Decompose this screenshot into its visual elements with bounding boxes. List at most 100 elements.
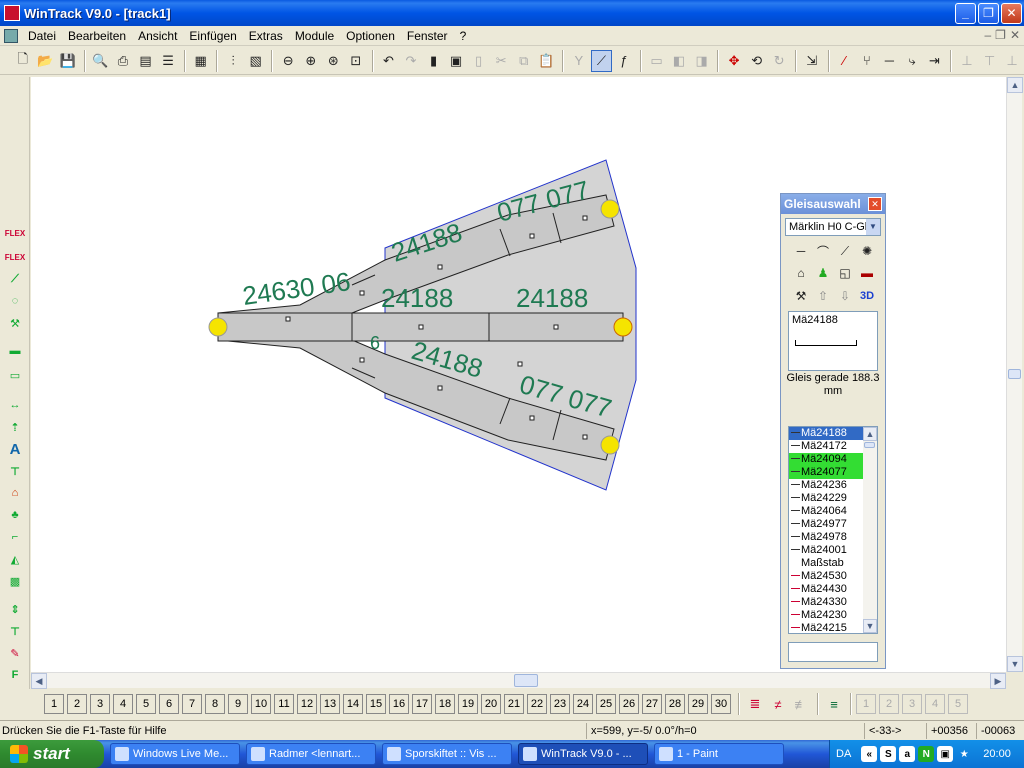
track-line-icon[interactable]: ─ [879,50,901,72]
undo-icon[interactable]: ↶ [378,50,400,72]
scroll-up-icon[interactable]: ▲ [1007,77,1023,93]
restore-button[interactable]: ❐ [978,2,999,24]
delete-icon[interactable]: ▮ [423,50,445,72]
track-system-select[interactable]: Märklin H0 C-Gl ▼ [785,218,881,236]
zoom-fit-icon[interactable]: ⊡ [345,50,367,72]
track-list-scroll-thumb[interactable] [864,442,875,448]
rotate-180-icon[interactable]: ↻ [768,50,790,72]
track-join-icon[interactable]: ⇥ [924,50,946,72]
layer-button-12[interactable]: 12 [297,694,317,714]
layer-button-9[interactable]: 9 [228,694,248,714]
building-icon[interactable]: ⌂ [791,264,811,282]
image-icon[interactable]: ▧ [245,50,267,72]
scroll-up-icon[interactable]: ▲ [863,427,877,441]
paste-special-icon[interactable]: ▯ [468,50,490,72]
catalog-icon[interactable]: ▬ [857,264,877,282]
scroll-down-icon[interactable]: ▼ [1007,656,1023,672]
group-icon[interactable]: ▭ [646,50,668,72]
menu-module[interactable]: Module [289,29,340,43]
layer-button-25[interactable]: 25 [596,694,616,714]
export-icon[interactable]: ⇩ [835,287,855,305]
switch-track-icon[interactable]: ⟋ [835,242,855,260]
vertical-scrollbar[interactable]: ▲ ▼ [1006,77,1023,672]
horizontal-scrollbar[interactable]: ◀ ▶ [31,672,1006,689]
layer-button-17[interactable]: 17 [412,694,432,714]
scroll-right-icon[interactable]: ▶ [990,673,1006,689]
cut-icon[interactable]: ✂ [490,50,512,72]
tray-arrow-icon[interactable]: « [861,746,878,762]
zoom-in-icon[interactable]: ⊕ [300,50,322,72]
line-style-icon[interactable]: F [4,665,26,685]
scroll-down-icon[interactable]: ▼ [863,619,877,633]
panel-close-button[interactable]: ✕ [868,197,882,211]
zoom-out-icon[interactable]: ⊖ [277,50,299,72]
layer-button-18[interactable]: 18 [435,694,455,714]
height-down-icon[interactable]: ⊤ [979,50,1001,72]
layers-icon[interactable]: ≣ [744,693,766,715]
layer-button-2[interactable]: 2 [67,694,87,714]
switch-icon[interactable]: Y [568,50,590,72]
track-tool-icon[interactable]: ∕ [834,50,856,72]
layer-button-7[interactable]: 7 [182,694,202,714]
level-button-4[interactable]: 4 [925,694,945,714]
layer-button-22[interactable]: 22 [527,694,547,714]
level-button-3[interactable]: 3 [902,694,922,714]
layer-button-6[interactable]: 6 [159,694,179,714]
task-windows-live-messenger[interactable]: Windows Live Me... [110,743,240,765]
layer-button-30[interactable]: 30 [711,694,731,714]
height-icon[interactable]: ⊥ [956,50,978,72]
save-icon[interactable]: 💾 [57,50,79,72]
zoom-window-icon[interactable]: ⊛ [323,50,345,72]
layer-button-15[interactable]: 15 [366,694,386,714]
minimize-button[interactable]: _ [955,2,976,24]
list-icon[interactable]: ☰ [157,50,179,72]
print-icon[interactable]: ⎙ [112,50,134,72]
layer-button-5[interactable]: 5 [136,694,156,714]
flex-tool-button[interactable]: FLEX [4,223,26,243]
language-indicator[interactable]: DA [836,748,851,760]
signal-track-icon[interactable]: ♟ [813,264,833,282]
layer-button-10[interactable]: 10 [251,694,271,714]
track-list-scrollbar[interactable]: ▲ ▼ [863,427,877,633]
horizontal-scroll-thumb[interactable] [514,674,538,687]
height-up-icon[interactable]: ⊥ [1001,50,1023,72]
task-sporskiftet[interactable]: Sporskiftet :: Vis ... [382,743,512,765]
terrain-icon[interactable]: ◭ [4,549,26,569]
paste-icon[interactable]: 📋 [535,50,557,72]
new-icon[interactable]: 🗋 [12,50,34,72]
layer-button-3[interactable]: 3 [90,694,110,714]
parts-list-icon[interactable]: ⫶ [222,50,244,72]
layer-button-11[interactable]: 11 [274,694,294,714]
menu-ansicht[interactable]: Ansicht [132,29,183,43]
wall-icon[interactable]: ⌐ [4,527,26,547]
align-icon[interactable]: ◧ [668,50,690,72]
tools-icon[interactable]: ⚒ [791,287,811,305]
mdi-close-button[interactable]: ✕ [1010,28,1020,42]
tray-skype-icon[interactable]: S [880,746,897,762]
document-icon[interactable] [4,28,18,43]
library-icon[interactable]: ▦ [190,50,212,72]
accessory-icon[interactable]: ◱ [835,264,855,282]
layer-button-26[interactable]: 26 [619,694,639,714]
turntable-icon[interactable]: ✺ [857,242,877,260]
layer-button-14[interactable]: 14 [343,694,363,714]
layer-button-13[interactable]: 13 [320,694,340,714]
track-search-input[interactable] [788,642,878,662]
connect-icon[interactable]: ⇲ [801,50,823,72]
level-button-1[interactable]: 1 [856,694,876,714]
tray-n-icon[interactable]: N [918,746,935,762]
menu-optionen[interactable]: Optionen [340,29,401,43]
layer-button-20[interactable]: 20 [481,694,501,714]
move-icon[interactable]: ✥ [723,50,745,72]
dimension-icon[interactable]: ⇡ [4,417,26,437]
tray-star-icon[interactable]: ★ [956,746,972,762]
layer-button-1[interactable]: 1 [44,694,64,714]
layer-button-23[interactable]: 23 [550,694,570,714]
text-icon[interactable]: A [4,439,26,459]
wintrack-app-icon[interactable] [4,5,20,21]
curve-icon[interactable]: ⟋ [590,49,613,72]
copy2-icon[interactable]: ⧉ [513,50,535,72]
layers-lock-icon[interactable]: ≢ [790,693,812,715]
open-icon[interactable]: 📂 [35,50,57,72]
menu-datei[interactable]: Datei [22,29,62,43]
